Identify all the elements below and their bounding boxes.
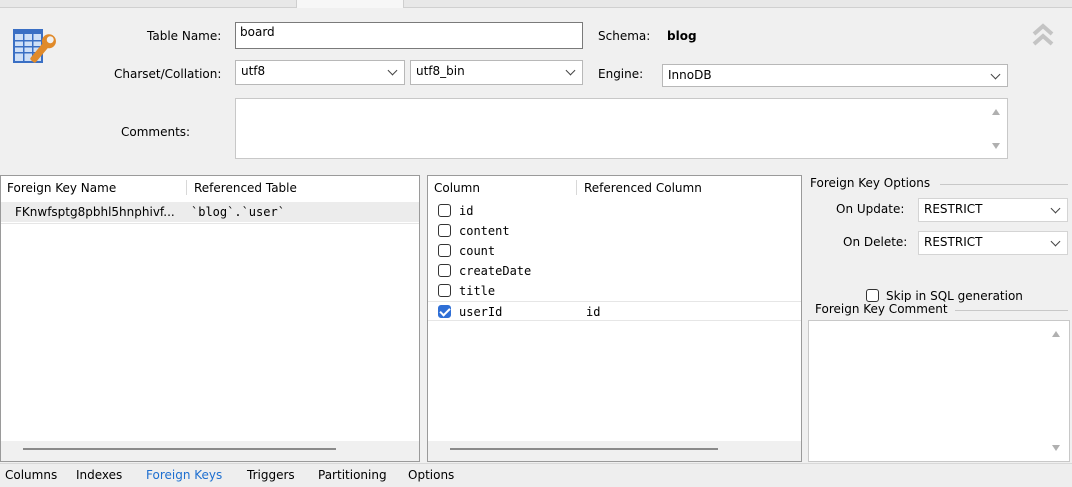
column-row[interactable]: id xyxy=(428,201,801,221)
on-delete-value: RESTRICT xyxy=(924,235,983,249)
engine-value: InnoDB xyxy=(668,68,712,82)
skip-sql-label: Skip in SQL generation xyxy=(886,289,1023,303)
comments-label: Comments: xyxy=(121,125,191,139)
tab-options[interactable]: Options xyxy=(408,468,454,482)
fk-ref-table-header[interactable]: Referenced Table xyxy=(194,181,297,195)
chevron-down-icon xyxy=(565,65,576,76)
tab-indexes[interactable]: Indexes xyxy=(76,468,122,482)
column-name: content xyxy=(459,224,510,238)
charset-select[interactable]: utf8 xyxy=(235,60,405,85)
column-name: count xyxy=(459,244,496,258)
engine-select[interactable]: InnoDB xyxy=(662,64,1008,87)
tab-columns[interactable]: Columns xyxy=(5,468,57,482)
collation-value: utf8_bin xyxy=(416,64,465,78)
comments-textarea[interactable] xyxy=(235,98,1008,159)
charset-label: Charset/Collation: xyxy=(114,67,222,81)
fk-columns-panel: Column Referenced Column id content coun… xyxy=(427,175,802,462)
on-delete-select[interactable]: RESTRICT xyxy=(918,231,1068,255)
columns-hscrollbar[interactable] xyxy=(428,441,801,461)
column-row[interactable]: createDate xyxy=(428,261,801,281)
column-row[interactable]: content xyxy=(428,221,801,241)
hscroll-thumb[interactable] xyxy=(450,448,718,450)
collation-select[interactable]: utf8_bin xyxy=(410,60,583,85)
chevron-down-icon xyxy=(1050,203,1061,214)
table-wrench-icon xyxy=(12,26,64,70)
tab-partitioning[interactable]: Partitioning xyxy=(318,468,387,482)
column-checkbox-checked[interactable] xyxy=(438,305,451,318)
column-name: id xyxy=(459,204,474,218)
column-row[interactable]: title xyxy=(428,281,801,301)
schema-label: Schema: xyxy=(598,29,651,43)
fk-comment-label: Foreign Key Comment xyxy=(815,302,950,316)
fk-row-ref-table: `blog`.`user` xyxy=(191,205,285,219)
fk-name-header[interactable]: Foreign Key Name xyxy=(7,181,116,195)
table-name-input[interactable]: board xyxy=(235,22,583,49)
fk-row-name: FKnwfsptg8pbhl5hnphivf... xyxy=(15,205,175,219)
column-checkbox[interactable] xyxy=(438,244,451,257)
column-checkbox[interactable] xyxy=(438,284,451,297)
skip-sql-checkbox[interactable] xyxy=(866,289,879,302)
hscroll-thumb[interactable] xyxy=(23,448,336,450)
fk-comment-textarea[interactable] xyxy=(808,320,1070,462)
charset-value: utf8 xyxy=(241,64,266,78)
column-row[interactable]: userId id xyxy=(428,301,801,321)
on-update-value: RESTRICT xyxy=(924,202,983,216)
fk-list-panel: Foreign Key Name Referenced Table FKnwfs… xyxy=(0,175,420,462)
fk-list-hscrollbar[interactable] xyxy=(1,441,419,461)
fk-options-group-label: Foreign Key Options xyxy=(810,176,931,190)
column-name: title xyxy=(459,284,496,298)
fk-row[interactable]: FKnwfsptg8pbhl5hnphivf... `blog`.`user` xyxy=(1,202,419,222)
engine-label: Engine: xyxy=(598,67,644,81)
column-header[interactable]: Column xyxy=(434,181,480,195)
ref-column-name: id xyxy=(586,305,601,319)
chevron-down-icon xyxy=(387,65,398,76)
tab-triggers[interactable]: Triggers xyxy=(247,468,295,482)
on-update-select[interactable]: RESTRICT xyxy=(918,198,1068,222)
column-name: userId xyxy=(459,305,503,319)
scroll-up-icon[interactable] xyxy=(992,109,1000,115)
table-name-label: Table Name: xyxy=(147,29,222,43)
collapse-chevron-icon[interactable] xyxy=(1030,22,1056,48)
column-checkbox[interactable] xyxy=(438,204,451,217)
scroll-down-icon[interactable] xyxy=(1052,445,1060,451)
scroll-up-icon[interactable] xyxy=(1052,331,1060,337)
tab-foreign-keys[interactable]: Foreign Keys xyxy=(146,468,222,482)
chevron-down-icon xyxy=(1050,236,1061,247)
editor-tab-strip xyxy=(0,0,1072,8)
chevron-down-icon xyxy=(990,69,1001,80)
active-editor-tab[interactable] xyxy=(296,0,404,8)
column-row[interactable]: count xyxy=(428,241,801,261)
ref-column-header[interactable]: Referenced Column xyxy=(584,181,702,195)
column-checkbox[interactable] xyxy=(438,264,451,277)
column-name: createDate xyxy=(459,264,532,278)
column-checkbox[interactable] xyxy=(438,224,451,237)
scroll-down-icon[interactable] xyxy=(992,143,1000,149)
on-update-label: On Update: xyxy=(836,202,905,216)
on-delete-label: On Delete: xyxy=(843,235,908,249)
schema-value: blog xyxy=(667,29,697,43)
